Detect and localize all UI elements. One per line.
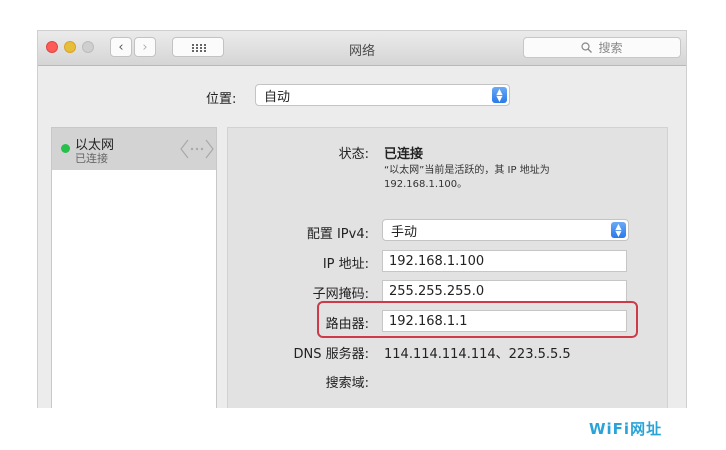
ipv4-config-select[interactable]: 手动 ▲ ▼ [382,219,629,241]
ip-address-label: IP 地址: [322,257,369,272]
ipv4-config-label: 配置 IPv4: [306,227,369,242]
updown-arrow-icon: ▲ ▼ [611,222,626,238]
service-status: 已连接 [75,152,108,165]
status-description: “以太网”当前是活跃的，其 IP 地址为 192.168.1.100。 [384,164,550,192]
dns-server-value: 114.114.114.114、223.5.5.5 [384,347,571,362]
subnet-mask-field[interactable]: 255.255.255.0 [382,280,627,302]
router-highlight-box [317,301,638,338]
status-description-line-1: “以太网”当前是活跃的，其 IP 地址为 [384,165,550,176]
ethernet-icon [180,139,214,159]
ip-address-field[interactable]: 192.168.1.100 [382,250,627,272]
watermark: WiFi网址 [589,420,663,438]
search-input[interactable]: 搜索 [523,37,681,58]
search-icon [581,42,593,53]
subnet-mask-label: 子网掩码: [312,287,369,302]
status-dot-icon [61,144,70,153]
location-value: 自动 [264,89,291,105]
location-select[interactable]: 自动 ▲ ▼ [255,84,510,106]
dns-server-label: DNS 服务器: [293,347,370,362]
status-label: 状态: [338,147,369,162]
search-placeholder: 搜索 [598,41,623,55]
service-item-ethernet[interactable]: 以太网 已连接 [52,128,216,170]
ipv4-config-value: 手动 [391,224,418,240]
status-value: 已连接 [384,147,424,162]
updown-arrow-icon: ▲ ▼ [492,87,507,103]
title-bar: ‹ › 网络 搜索 [38,31,686,66]
status-description-line-2: 192.168.1.100。 [384,179,468,190]
search-domain-label: 搜索域: [325,376,369,391]
service-list: 以太网 已连接 [51,127,217,408]
location-label: 位置: [206,92,237,107]
